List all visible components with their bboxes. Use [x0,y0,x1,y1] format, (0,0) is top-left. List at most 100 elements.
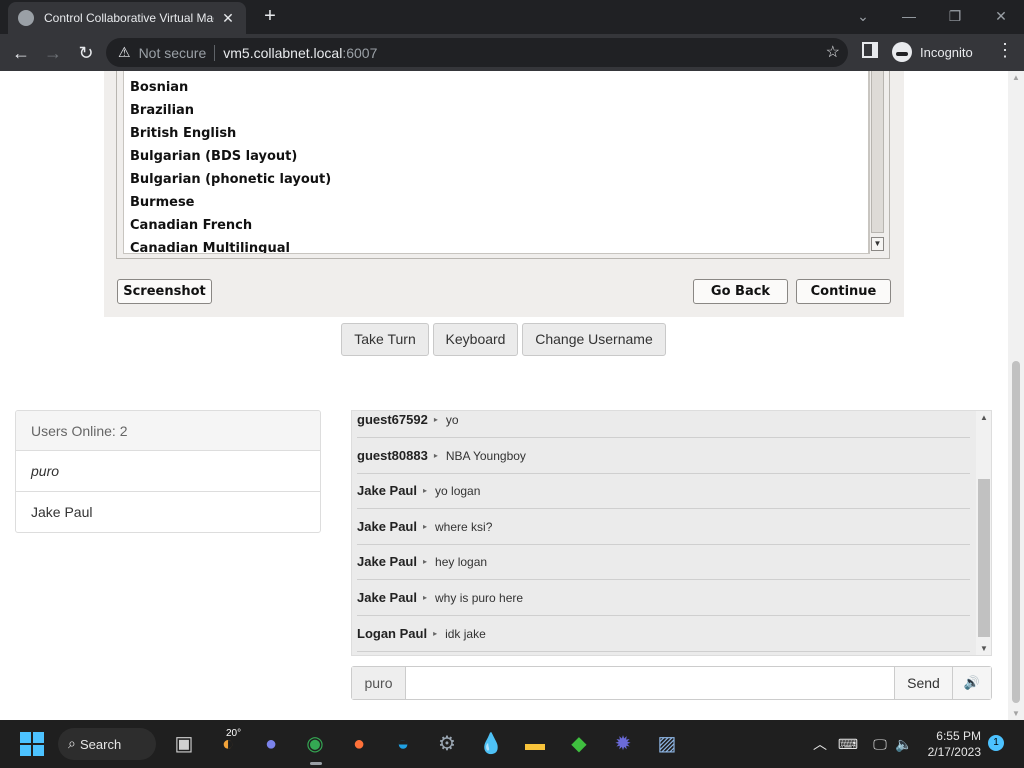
firefox-icon[interactable]: ● [345,730,373,758]
scroll-down-arrow-icon[interactable]: ▼ [976,644,991,653]
keyboard-button[interactable]: Keyboard [433,323,518,356]
layout-item[interactable]: Brazilian [124,99,868,122]
notification-badge[interactable]: 1 [988,735,1004,751]
keyboard-icon[interactable]: ⌨ [834,730,862,758]
chat-username: Jake Paul [357,519,417,534]
file-explorer-icon[interactable]: ▬ [521,730,549,758]
incognito-indicator[interactable]: Incognito [892,40,973,64]
chat-message-input[interactable] [405,667,895,699]
scroll-down-arrow-icon[interactable]: ▼ [1008,709,1024,718]
chat-username: Jake Paul [357,590,417,605]
chat-message: Jake Paul ▸ where ksi? [357,509,970,545]
new-tab-button[interactable]: + [258,5,282,29]
scroll-up-arrow-icon[interactable]: ▲ [976,413,991,422]
chat-panel[interactable]: guest67592 ▸ yo guest80883 ▸ NBA Youngbo… [351,410,992,656]
clock-date[interactable]: 2/17/2023 [920,745,981,759]
droplet-icon[interactable]: 💧 [477,730,505,758]
vm-screen[interactable]: Bosnian Brazilian British English Bulgar… [104,71,904,317]
settings-gear-icon[interactable]: ⚙ [433,730,461,758]
restore-button[interactable]: ❐ [943,6,967,26]
close-window-button[interactable]: ✕ [989,6,1013,26]
user-list-item[interactable]: puro [16,451,320,492]
keyboard-layout-list[interactable]: Bosnian Brazilian British English Bulgar… [123,71,869,254]
chat-text: yo logan [435,483,481,498]
chat-message: Jake Paul ▸ hey logan [357,544,970,580]
go-back-button[interactable]: Go Back [693,279,788,304]
forward-button[interactable]: → [40,40,66,66]
weather-temperature: 20° [226,728,242,739]
browser-toolbar: ← → ↻ ⚠ Not secure vm5.collabnet.local :… [0,34,1024,71]
take-turn-button[interactable]: Take Turn [341,323,429,356]
chat-message: Logan Paul ▸ idk jake [357,616,970,652]
scroll-down-arrow-icon[interactable]: ▼ [871,237,884,251]
green-droplet-icon[interactable]: ◆ [565,730,593,758]
chat-message: guest67592 ▸ yo [357,411,970,438]
continue-button[interactable]: Continue [796,279,891,304]
chrome-icon[interactable]: ◉ [301,730,329,758]
chat-scroll-thumb[interactable] [978,479,990,637]
chat-text: hey logan [435,554,488,569]
page-scrollbar[interactable]: ▲ ▼ [1008,71,1024,720]
browser-titlebar: Control Collaborative Virtual Machine ✕ … [0,0,1024,34]
chat-text: where ksi? [435,519,493,534]
speaker-icon[interactable]: 🔈 [890,730,918,758]
chat-text: NBA Youngboy [445,448,526,463]
warning-icon[interactable]: ⚠ [118,44,131,61]
search-icon: ⌕ [68,735,76,751]
edge-icon[interactable]: ◒ [389,730,417,758]
layout-item[interactable]: British English [124,122,868,145]
layout-list-scrollbar[interactable]: ▼ [869,71,885,254]
caret-right-icon: ▸ [423,522,428,531]
bookmark-star-icon[interactable]: ☆ [826,42,840,62]
screenshot-button[interactable]: Screenshot [117,279,212,304]
chat-username: Jake Paul [357,483,417,498]
chat-message: guest80883 ▸ NBA Youngboy [357,438,970,474]
address-bar[interactable]: ⚠ Not secure vm5.collabnet.local :6007 ☆ [106,38,848,67]
chat-username: Jake Paul [357,554,417,569]
chat-username: Logan Paul [357,626,428,641]
page-content: Bosnian Brazilian British English Bulgar… [0,71,1008,720]
security-label[interactable]: Not secure [139,45,207,61]
browser-tab[interactable]: Control Collaborative Virtual Machine ✕ [8,2,246,34]
chevron-up-icon[interactable]: ︿ [806,730,834,758]
layout-item[interactable]: Bulgarian (BDS layout) [124,145,868,168]
chat-input-group: puro Send 🔊 [351,666,992,700]
users-online-panel: Users Online: 2 puro Jake Paul [15,410,321,533]
scroll-up-arrow-icon[interactable]: ▲ [1008,73,1024,82]
caret-right-icon: ▸ [423,557,428,566]
minimize-button[interactable]: — [897,6,921,26]
volume-icon[interactable]: 🔊 [953,667,991,699]
chat-message: Jake Paul ▸ why is puro here [357,580,970,616]
side-panel-icon[interactable] [862,42,878,58]
layout-item[interactable]: Bosnian [124,76,868,99]
page-scroll-thumb[interactable] [1012,361,1020,703]
tab-title: Control Collaborative Virtual Machine [44,11,214,25]
task-view-icon[interactable]: ▣ [170,730,198,758]
clock-time[interactable]: 6:55 PM [920,729,981,743]
chat-scrollbar[interactable]: ▲ ▼ [976,411,991,655]
chat-text: yo [445,412,459,427]
virus-icon[interactable]: ✹ [609,730,637,758]
layout-list-scroll-thumb[interactable] [871,71,884,233]
layout-item[interactable]: Bulgarian (phonetic layout) [124,168,868,191]
search-label: Search [80,736,122,752]
windows-start-icon[interactable] [20,732,44,756]
taskbar-search-button[interactable]: ⌕ Search [58,728,156,760]
send-button[interactable]: Send [895,667,953,699]
taskbar: ⌕ Search ▣ ◐ 20° ● ◉ ● ◒ ⚙ 💧 ▬ ◆ ✹ ▨ ︿ ⌨… [0,720,1024,768]
browser-menu-icon[interactable]: ⋮ [996,40,1014,61]
layout-item[interactable]: Burmese [124,191,868,214]
layout-item[interactable]: Canadian Multilingual [124,237,868,253]
teams-chat-icon[interactable]: ● [257,730,285,758]
change-username-button[interactable]: Change Username [522,323,666,356]
close-tab-icon[interactable]: ✕ [220,10,236,27]
image-viewer-icon[interactable]: ▨ [653,730,681,758]
back-button[interactable]: ← [8,40,34,66]
tab-search-icon[interactable]: ⌄ [851,6,875,26]
caret-right-icon: ▸ [423,486,428,495]
chat-message: Jake Paul ▸ yo logan [357,473,970,509]
layout-item[interactable]: Canadian French [124,214,868,237]
globe-icon [18,10,34,26]
user-list-item[interactable]: Jake Paul [16,492,320,532]
reload-button[interactable]: ↻ [73,40,99,66]
